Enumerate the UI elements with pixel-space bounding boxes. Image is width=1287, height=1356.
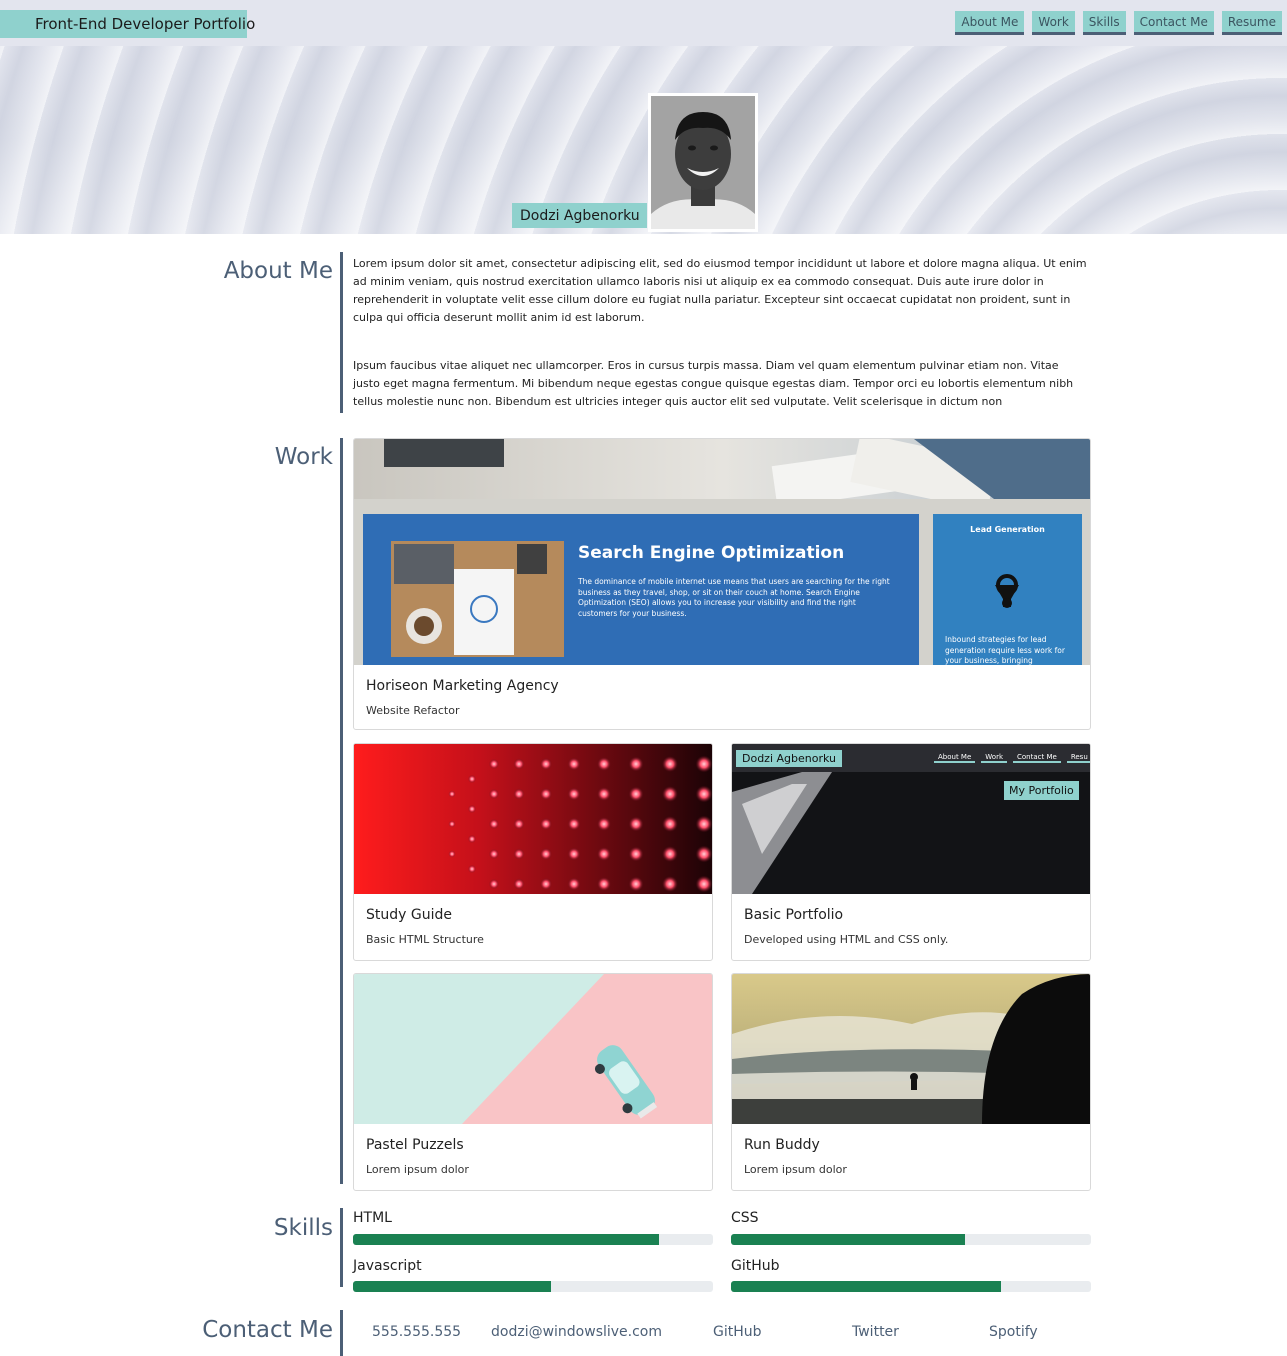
project-card-basic-portfolio[interactable]: Dodzi Agbenorku About Me Work Contact Me… <box>731 743 1091 961</box>
nav-contact-me[interactable]: Contact Me <box>1133 11 1214 35</box>
project-title[interactable]: Pastel Puzzels <box>366 1137 464 1153</box>
project-title[interactable]: Run Buddy <box>744 1137 820 1153</box>
skill-fill-github <box>731 1281 1001 1292</box>
skill-label-css: CSS <box>731 1210 759 1226</box>
project-title[interactable]: Study Guide <box>366 907 452 923</box>
about-divider <box>340 252 343 413</box>
horiseon-seo-body: The dominance of mobile internet use mea… <box>578 577 890 618</box>
hero-banner: Front-End Developer Portfolio About Me W… <box>0 0 1287 234</box>
nav-work[interactable]: Work <box>1032 11 1075 35</box>
project-subtitle: Lorem ipsum dolor <box>366 1163 469 1176</box>
profile-name: Dodzi Agbenorku <box>512 203 647 228</box>
project-card-horiseon[interactable]: Search Engine Optimization The dominance… <box>353 438 1091 730</box>
project-image-run-buddy <box>732 974 1090 1124</box>
skills-heading: Skills <box>273 1215 333 1241</box>
nav-resume[interactable]: Resume <box>1221 11 1282 35</box>
skill-label-github: GitHub <box>731 1258 780 1274</box>
site-brand[interactable]: Front-End Developer Portfolio <box>0 10 255 38</box>
portfolio-preview-nav-item: Contact Me <box>1013 753 1061 763</box>
portfolio-preview-nav-item: Work <box>981 753 1008 763</box>
portfolio-preview-badge: My Portfolio <box>1004 781 1079 800</box>
about-paragraph: Ipsum faucibus vitae aliquet nec ullamco… <box>353 359 1074 408</box>
skill-label-html: HTML <box>353 1210 392 1226</box>
contact-github-link[interactable]: GitHub <box>713 1324 762 1340</box>
contact-heading: Contact Me <box>202 1317 333 1343</box>
portfolio-preview-nav-item: About Me <box>934 753 976 763</box>
profile-photo <box>648 93 758 232</box>
skills-divider <box>340 1208 343 1287</box>
skill-bar-javascript <box>353 1281 713 1292</box>
contact-twitter-link[interactable]: Twitter <box>852 1324 899 1340</box>
skill-bar-github <box>731 1281 1091 1292</box>
skill-label-javascript: Javascript <box>353 1258 422 1274</box>
horiseon-seo-heading: Search Engine Optimization <box>578 543 845 563</box>
horiseon-lead-heading: Lead Generation <box>970 525 1045 534</box>
contact-spotify-link[interactable]: Spotify <box>989 1324 1038 1340</box>
portfolio-preview-name: Dodzi Agbenorku <box>736 750 842 767</box>
nav-about-me[interactable]: About Me <box>955 11 1025 35</box>
about-text: Lorem ipsum dolor sit amet, consectetur … <box>353 255 1088 411</box>
skill-bar-css <box>731 1234 1091 1245</box>
skill-fill-css <box>731 1234 965 1245</box>
project-image-basic-portfolio: Dodzi Agbenorku About Me Work Contact Me… <box>732 744 1090 894</box>
horiseon-lead-body: Inbound strategies for lead generation r… <box>945 635 1065 665</box>
project-image-horiseon: Search Engine Optimization The dominance… <box>354 439 1090 665</box>
project-title[interactable]: Horiseon Marketing Agency <box>366 678 559 694</box>
project-card-run-buddy[interactable]: Run Buddy Lorem ipsum dolor <box>731 973 1091 1191</box>
about-paragraph: Lorem ipsum dolor sit amet, consectetur … <box>353 257 1087 324</box>
main-nav: About Me Work Skills Contact Me Resume <box>955 11 1282 35</box>
project-subtitle: Website Refactor <box>366 704 460 717</box>
work-divider <box>340 438 343 1184</box>
contact-email[interactable]: dodzi@windowslive.com <box>491 1324 662 1340</box>
contact-phone[interactable]: 555.555.555 <box>372 1324 461 1340</box>
project-image-study-guide <box>354 744 712 894</box>
project-title[interactable]: Basic Portfolio <box>744 907 843 923</box>
project-subtitle: Developed using HTML and CSS only. <box>744 933 949 946</box>
project-card-study-guide[interactable]: Study Guide Basic HTML Structure <box>353 743 713 961</box>
skill-fill-html <box>353 1234 659 1245</box>
about-heading: About Me <box>223 258 333 284</box>
project-subtitle: Basic HTML Structure <box>366 933 484 946</box>
skill-fill-javascript <box>353 1281 551 1292</box>
project-subtitle: Lorem ipsum dolor <box>744 1163 847 1176</box>
portfolio-preview-nav: About Me Work Contact Me Resu <box>934 753 1090 763</box>
skill-bar-html <box>353 1234 713 1245</box>
project-card-pastel-puzzels[interactable]: Pastel Puzzels Lorem ipsum dolor <box>353 973 713 1191</box>
project-image-pastel-puzzels <box>354 974 712 1124</box>
nav-skills[interactable]: Skills <box>1082 11 1126 35</box>
portfolio-preview-nav-item: Resu <box>1066 753 1090 763</box>
work-heading: Work <box>274 444 333 470</box>
contact-divider <box>340 1310 343 1356</box>
